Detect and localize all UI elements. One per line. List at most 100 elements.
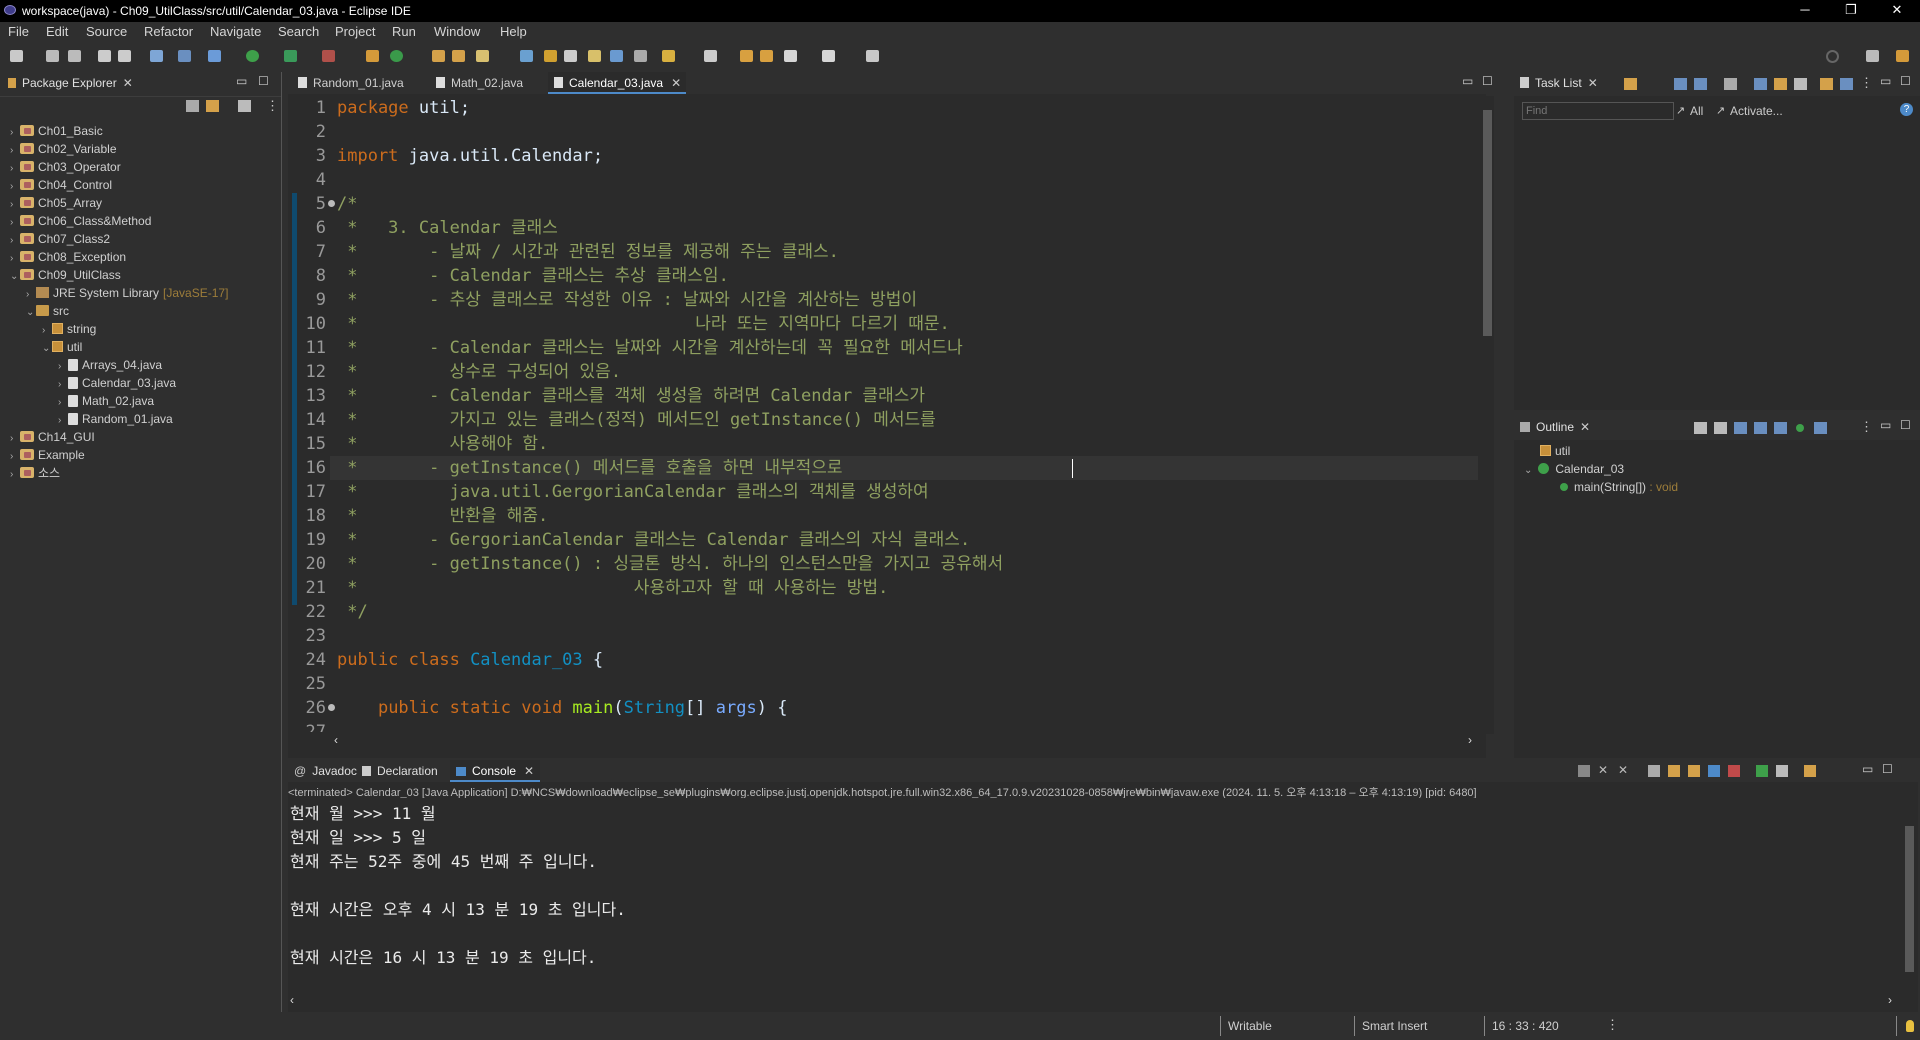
outline-item-method[interactable]: main(String[]) : void: [1560, 478, 1678, 496]
coverage-icon[interactable]: [284, 50, 297, 62]
tree-item[interactable]: › Ch05_Array: [10, 194, 102, 212]
tree-item[interactable]: › Ch03_Operator: [10, 158, 121, 176]
outline-item-package[interactable]: util: [1540, 442, 1570, 460]
undo-icon[interactable]: [98, 50, 111, 62]
tree-item[interactable]: › Ch14_GUI: [10, 428, 95, 446]
word-wrap-icon[interactable]: [1688, 765, 1700, 777]
redo-icon[interactable]: [118, 50, 131, 62]
annotation-icon[interactable]: [520, 50, 533, 62]
show-whitespace-icon[interactable]: [610, 50, 623, 62]
console-output[interactable]: 현재 월 >>> 11 월 현재 일 >>> 5 일 현재 주는 52주 중에 45…: [288, 800, 1898, 980]
console-vertical-scrollbar[interactable]: [1902, 800, 1916, 982]
code-line[interactable]: * java.util.GergorianCalendar 클래스의 객체를 생…: [337, 480, 928, 504]
repository-icon[interactable]: [1820, 78, 1833, 90]
open-folder-icon[interactable]: [452, 50, 465, 62]
hide-nonpublic-icon[interactable]: [1774, 422, 1787, 434]
display-console-icon[interactable]: [1776, 765, 1788, 777]
save-all-icon[interactable]: [68, 50, 81, 62]
menu-file[interactable]: File: [8, 24, 29, 39]
tree-item[interactable]: › 소스: [10, 464, 60, 482]
outline-item-class[interactable]: ⌄ Calendar_03: [1524, 460, 1624, 478]
pin-editor-icon[interactable]: [662, 50, 675, 62]
close-icon[interactable]: ✕: [524, 764, 534, 778]
scroll-right-icon[interactable]: ›: [1888, 993, 1892, 1007]
close-button[interactable]: ✕: [1874, 0, 1920, 22]
tree-item[interactable]: ⌄ Ch09_UtilClass: [10, 266, 121, 284]
maximize-icon[interactable]: ☐: [1882, 762, 1893, 776]
code-line[interactable]: * - GergorianCalendar 클래스는 Calendar 클래스의…: [337, 528, 970, 552]
collapse-all-icon[interactable]: [186, 100, 199, 112]
sort-icon[interactable]: [1714, 422, 1727, 434]
link-icon[interactable]: [1840, 78, 1853, 90]
menu-help[interactable]: Help: [500, 24, 527, 39]
tree-item[interactable]: › Math_02.java: [58, 392, 154, 410]
close-icon[interactable]: ✕: [1588, 76, 1598, 90]
menu-edit[interactable]: Edit: [46, 24, 68, 39]
minimize-icon[interactable]: ▭: [1880, 418, 1891, 432]
scroll-lock-icon[interactable]: [1668, 765, 1680, 777]
maximize-icon[interactable]: ☐: [1900, 74, 1911, 88]
code-line[interactable]: * - 날짜 / 시간과 관련된 정보를 제공해 주는 클래스.: [337, 240, 839, 264]
tree-item[interactable]: › Arrays_04.java: [58, 356, 162, 374]
word-wrap-icon[interactable]: [588, 50, 601, 62]
maximize-icon[interactable]: ☐: [1482, 74, 1493, 88]
code-area[interactable]: 1 package util; 2 3 import java.util.Calenda…: [288, 96, 1478, 732]
code-line[interactable]: * - getInstance() : 싱글톤 방식. 하나의 인스턴스만을 가…: [337, 552, 1003, 576]
tree-item[interactable]: › Ch07_Class2: [10, 230, 110, 248]
show-stdout-icon[interactable]: [1708, 765, 1720, 777]
status-menu-icon[interactable]: ⋮: [1606, 1017, 1619, 1033]
focus-icon[interactable]: [1754, 78, 1767, 90]
hide-fields-icon[interactable]: [1734, 422, 1747, 434]
paragraph-icon[interactable]: [634, 50, 647, 62]
tree-item[interactable]: › Ch06_Class&Method: [10, 212, 151, 230]
tree-item[interactable]: ⌄ util: [42, 338, 82, 356]
code-line[interactable]: package util;: [337, 96, 470, 120]
code-line[interactable]: * 가지고 있는 클래스(정적) 메서드인 getInstance() 메서드를: [337, 408, 936, 432]
close-icon[interactable]: ✕: [1580, 420, 1590, 434]
collapse-all-icon[interactable]: [1694, 422, 1707, 434]
minimize-icon[interactable]: ▭: [1462, 74, 1473, 88]
prev-edit-icon[interactable]: [740, 50, 753, 62]
tree-item[interactable]: › Ch01_Basic: [10, 122, 103, 140]
close-tab-icon[interactable]: ✕: [671, 76, 681, 90]
code-line[interactable]: * 사용하고자 할 때 사용하는 방법.: [337, 576, 888, 600]
chevron-down-icon[interactable]: ⌄: [26, 304, 36, 322]
open-console-icon[interactable]: [1804, 765, 1816, 777]
highlight-icon[interactable]: [544, 50, 557, 62]
link-with-editor-icon[interactable]: [206, 100, 219, 112]
chevron-down-icon[interactable]: ⌄: [10, 268, 20, 286]
tip-bulb-icon[interactable]: [1906, 1020, 1914, 1032]
tab-task-list[interactable]: Task List ✕: [1520, 72, 1598, 94]
new-class-icon[interactable]: [390, 50, 403, 62]
new-task-icon[interactable]: [1624, 78, 1637, 90]
search-icon[interactable]: [1826, 50, 1839, 63]
collapse-icon[interactable]: [1794, 78, 1807, 90]
maximize-icon[interactable]: ☐: [258, 74, 269, 88]
search-tool-icon[interactable]: [476, 50, 489, 62]
scroll-left-icon[interactable]: ‹: [334, 733, 338, 747]
external-tools-icon[interactable]: [322, 50, 335, 62]
menu-window[interactable]: Window: [434, 24, 480, 39]
tab-random-01[interactable]: Random_01.java: [294, 72, 424, 94]
help-icon[interactable]: ?: [1900, 103, 1913, 116]
new-java-project-icon[interactable]: [366, 50, 379, 62]
tree-item[interactable]: › Ch02_Variable: [10, 140, 117, 158]
maximize-icon[interactable]: ☐: [1900, 418, 1911, 432]
editor-horizontal-scrollbar[interactable]: ‹ ›: [332, 733, 1482, 748]
forward-icon[interactable]: [822, 50, 835, 62]
tree-item[interactable]: › Calendar_03.java: [58, 374, 176, 392]
code-line[interactable]: * - Calendar 클래스는 추상 클래스임.: [337, 264, 729, 288]
save-icon[interactable]: [46, 50, 59, 62]
tree-item[interactable]: › string: [42, 320, 96, 338]
scroll-right-icon[interactable]: ›: [1468, 733, 1472, 747]
tree-item[interactable]: › Ch04_Control: [10, 176, 112, 194]
categorize-icon[interactable]: [1674, 78, 1687, 90]
code-line[interactable]: * - Calendar 클래스를 객체 생성을 하려면 Calendar 클래…: [337, 384, 925, 408]
view-menu-icon[interactable]: ⋮: [266, 98, 279, 114]
next-edit-icon[interactable]: [760, 50, 773, 62]
tab-console[interactable]: Console ✕: [450, 760, 541, 782]
chevron-right-icon[interactable]: ›: [10, 466, 20, 484]
minimize-icon[interactable]: ▭: [1880, 74, 1891, 88]
remove-all-icon[interactable]: ✕: [1618, 763, 1628, 777]
code-line[interactable]: * 상수로 구성되어 있음.: [337, 360, 621, 384]
